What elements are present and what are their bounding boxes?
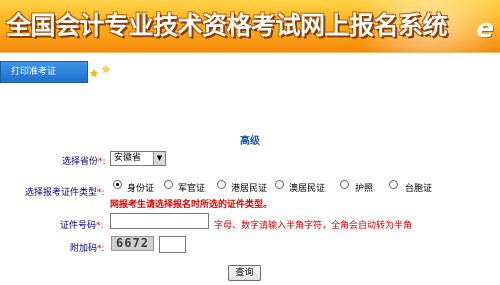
chevron-down-icon[interactable]: ▼ (153, 152, 165, 165)
id-number-input[interactable] (110, 213, 209, 229)
query-button[interactable]: 查询 (228, 265, 261, 281)
radio-label-taiwan-permit: 台胞证 (405, 184, 433, 194)
header-banner: 全国会计专业技术资格考试网上报名系统 e (0, 0, 500, 52)
id-number-label: 证件号码*: (60, 221, 104, 231)
radio-passport[interactable] (340, 180, 349, 189)
section-title: 高级 (240, 136, 260, 147)
province-select[interactable]: 安徽省 ▼ (110, 151, 166, 166)
captcha-label: 附加码*: (70, 244, 105, 254)
radio-hk-resident[interactable] (217, 180, 226, 189)
star-icon: ★ (101, 63, 111, 76)
radio-macau-resident[interactable] (275, 180, 284, 189)
radio-label-passport: 护照 (355, 184, 374, 194)
captcha-image[interactable]: 6672 (111, 236, 154, 251)
radio-taiwan-permit[interactable] (389, 180, 398, 189)
tab-print-admission-ticket[interactable]: 打印准考证 (0, 61, 88, 83)
captcha-input[interactable] (159, 236, 186, 253)
star-icon: ★ (89, 67, 99, 80)
id-type-warning: 网报考生请选择报名时所选的证件类型。 (110, 200, 273, 210)
province-selected-value: 安徽省 (114, 153, 142, 163)
id-number-hint: 字母、数字请输入半角字符，全角会自动转为半角 (214, 221, 413, 231)
e-logo-icon: e (476, 14, 494, 44)
radio-officer-card[interactable] (164, 180, 173, 189)
page-title: 全国会计专业技术资格考试网上报名系统 (6, 11, 448, 40)
province-label: 选择省份*: (62, 157, 106, 167)
radio-label-officer-card: 军官证 (178, 184, 206, 194)
id-type-label: 选择报考证件类型*: (25, 188, 105, 198)
radio-id-card[interactable] (113, 180, 122, 189)
radio-label-id-card: 身份证 (127, 184, 155, 194)
radio-label-hk-resident: 港居民证 (231, 184, 268, 194)
radio-label-macau-resident: 澳居民证 (289, 184, 326, 194)
